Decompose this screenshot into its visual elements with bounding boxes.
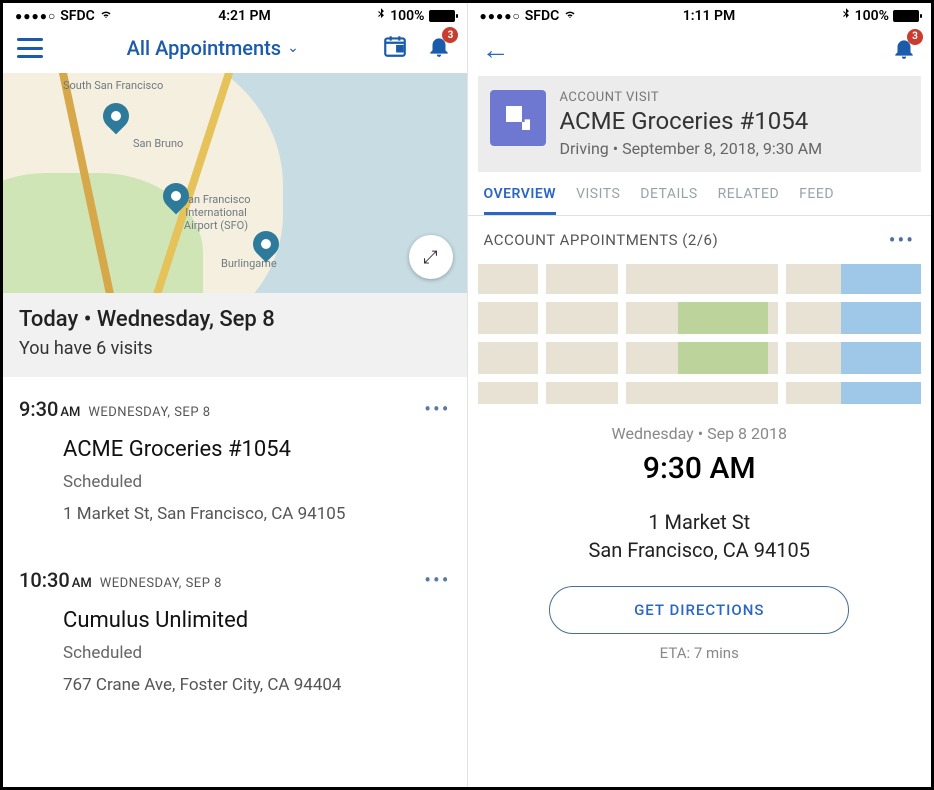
appointment-address-line2: San Francisco, CA 94105 bbox=[468, 536, 932, 564]
visit-time: 10:30AM bbox=[19, 568, 92, 592]
phone-left: ●●●●○ SFDC 4:21 PM 100% All Appointments… bbox=[3, 3, 467, 787]
more-button[interactable]: ••• bbox=[424, 397, 450, 421]
visit-item[interactable]: 9:30AM WEDNESDAY, SEP 8 ••• ACME Groceri… bbox=[19, 377, 451, 548]
visit-list: 9:30AM WEDNESDAY, SEP 8 ••• ACME Groceri… bbox=[3, 377, 467, 719]
bluetooth-icon bbox=[841, 7, 851, 25]
visit-time: 9:30AM bbox=[19, 397, 80, 421]
visit-item[interactable]: 10:30AM WEDNESDAY, SEP 8 ••• Cumulus Unl… bbox=[19, 548, 451, 719]
signal-icon: ●●●●○ bbox=[480, 9, 521, 23]
visit-date: WEDNESDAY, SEP 8 bbox=[88, 405, 210, 420]
battery-label: 100% bbox=[390, 8, 424, 24]
account-icon bbox=[490, 90, 546, 146]
map-label: San Bruno bbox=[133, 137, 183, 150]
appointment-time: 9:30 AM bbox=[468, 451, 932, 486]
appointment-details: Wednesday • Sep 8 2018 9:30 AM 1 Market … bbox=[468, 404, 932, 672]
visit-header-card: ACCOUNT VISIT ACME Groceries #1054 Drivi… bbox=[478, 76, 922, 172]
more-button[interactable]: ••• bbox=[889, 228, 915, 252]
tab-feed[interactable]: FEED bbox=[799, 186, 834, 215]
notification-badge: 3 bbox=[442, 27, 458, 43]
tab-related[interactable]: RELATED bbox=[718, 186, 780, 215]
carrier-label: SFDC bbox=[525, 8, 560, 24]
bluetooth-icon bbox=[376, 7, 386, 25]
status-bar: ●●●●○ SFDC 1:11 PM 100% bbox=[468, 3, 932, 27]
tab-overview[interactable]: OVERVIEW bbox=[484, 186, 557, 215]
visit-title: ACME Groceries #1054 bbox=[560, 107, 823, 135]
tab-bar: OVERVIEW VISITS DETAILS RELATED FEED bbox=[468, 172, 932, 216]
visit-title: Cumulus Unlimited bbox=[63, 608, 451, 633]
visit-date: WEDNESDAY, SEP 8 bbox=[100, 576, 222, 591]
appointment-map[interactable] bbox=[478, 264, 922, 404]
clock-label: 4:21 PM bbox=[218, 8, 271, 24]
section-title: ACCOUNT APPOINTMENTS (2/6) bbox=[484, 231, 719, 249]
more-button[interactable]: ••• bbox=[424, 568, 450, 592]
get-directions-button[interactable]: GET DIRECTIONS bbox=[549, 586, 849, 634]
status-bar: ●●●●○ SFDC 4:21 PM 100% bbox=[3, 3, 467, 27]
notifications-button[interactable]: 3 bbox=[426, 33, 452, 63]
map-label: South San Francisco bbox=[63, 79, 163, 92]
today-visits-label: You have 6 visits bbox=[19, 338, 451, 359]
appointment-date: Wednesday • Sep 8 2018 bbox=[468, 424, 932, 443]
tab-visits[interactable]: VISITS bbox=[576, 186, 620, 215]
tab-details[interactable]: DETAILS bbox=[640, 186, 697, 215]
wifi-icon bbox=[563, 8, 577, 24]
chevron-down-icon: ⌄ bbox=[287, 40, 299, 56]
map-panel[interactable]: South San Francisco San Bruno San Franci… bbox=[3, 73, 467, 293]
today-date-label: Today • Wednesday, Sep 8 bbox=[19, 307, 451, 332]
map-expand-button[interactable]: ⤢ bbox=[409, 235, 453, 279]
appointment-address-line1: 1 Market St bbox=[468, 508, 932, 536]
battery-label: 100% bbox=[855, 8, 889, 24]
today-summary: Today • Wednesday, Sep 8 You have 6 visi… bbox=[3, 293, 467, 377]
carrier-label: SFDC bbox=[60, 8, 95, 24]
back-button[interactable]: ← bbox=[482, 33, 510, 66]
app-bar: ← 3 bbox=[468, 27, 932, 76]
filter-dropdown[interactable]: All Appointments ⌄ bbox=[127, 36, 299, 60]
eta-label: ETA: 7 mins bbox=[468, 644, 932, 662]
battery-icon bbox=[893, 10, 919, 22]
wifi-icon bbox=[99, 8, 113, 24]
menu-button[interactable] bbox=[17, 38, 43, 58]
visit-address: 767 Crane Ave, Foster City, CA 94404 bbox=[63, 675, 451, 695]
battery-icon bbox=[429, 10, 455, 22]
calendar-button[interactable] bbox=[382, 33, 408, 63]
signal-icon: ●●●●○ bbox=[15, 9, 56, 23]
visit-status: Scheduled bbox=[63, 472, 451, 492]
visit-subtitle: Driving • September 8, 2018, 9:30 AM bbox=[560, 139, 823, 158]
visit-status: Scheduled bbox=[63, 643, 451, 663]
visit-address: 1 Market St, San Francisco, CA 94105 bbox=[63, 504, 451, 524]
visit-type-label: ACCOUNT VISIT bbox=[560, 90, 823, 105]
notifications-button[interactable]: 3 bbox=[891, 35, 917, 65]
phone-right: ●●●●○ SFDC 1:11 PM 100% ← 3 ACCOUNT VISI… bbox=[467, 3, 932, 787]
filter-label: All Appointments bbox=[127, 36, 281, 60]
visit-title: ACME Groceries #1054 bbox=[63, 437, 451, 462]
app-bar: All Appointments ⌄ 3 bbox=[3, 27, 467, 73]
section-header: ACCOUNT APPOINTMENTS (2/6) ••• bbox=[468, 216, 932, 264]
clock-label: 1:11 PM bbox=[683, 8, 736, 24]
notification-badge: 3 bbox=[907, 29, 923, 45]
